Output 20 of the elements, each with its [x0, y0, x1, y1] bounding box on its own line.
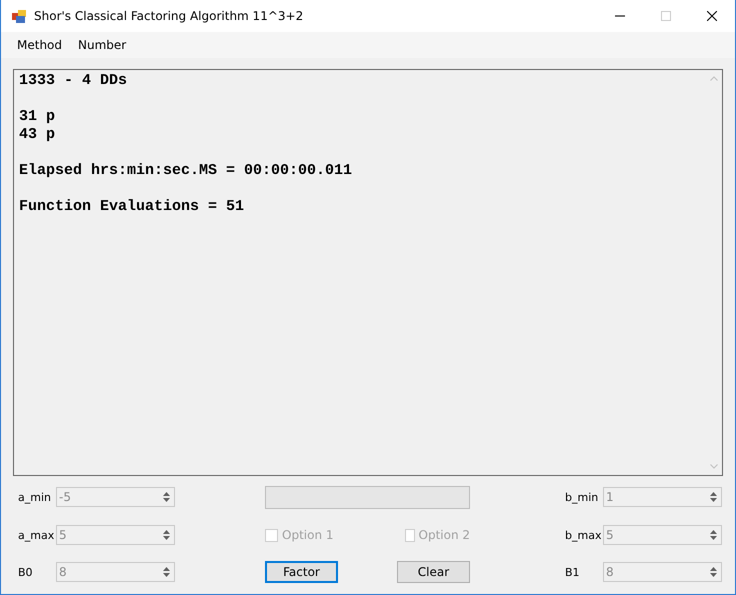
spinner-label: B1	[565, 566, 581, 578]
output-line: 1333 - 4 DDs	[19, 72, 128, 90]
output-line: 43 p	[19, 126, 56, 144]
clear-button[interactable]: Clear	[397, 561, 470, 583]
menu-item[interactable]: Method	[9, 38, 70, 52]
output-line: Function Evaluations = 51	[19, 198, 246, 216]
spinner-label: b_min	[565, 490, 600, 504]
scroll-up-icon[interactable]	[710, 76, 718, 81]
window-title: Shor's Classical Factoring Algorithm 11^3+2	[34, 9, 304, 23]
factor-button[interactable]: Factor	[265, 561, 338, 583]
output-line: Elapsed hrs:min:sec.MS = 00:00:00.011	[19, 162, 354, 180]
close-icon[interactable]	[707, 11, 717, 21]
menu-item[interactable]: Number	[70, 38, 134, 52]
output-line: 31 p	[19, 108, 56, 126]
app-icon	[12, 10, 26, 22]
spinner-label: b_max	[565, 528, 602, 542]
spinner-label: B0	[18, 566, 34, 578]
spinner-label: a_max	[18, 528, 56, 542]
spinner-label: a_min	[18, 490, 52, 504]
scroll-down-icon[interactable]	[710, 464, 718, 469]
